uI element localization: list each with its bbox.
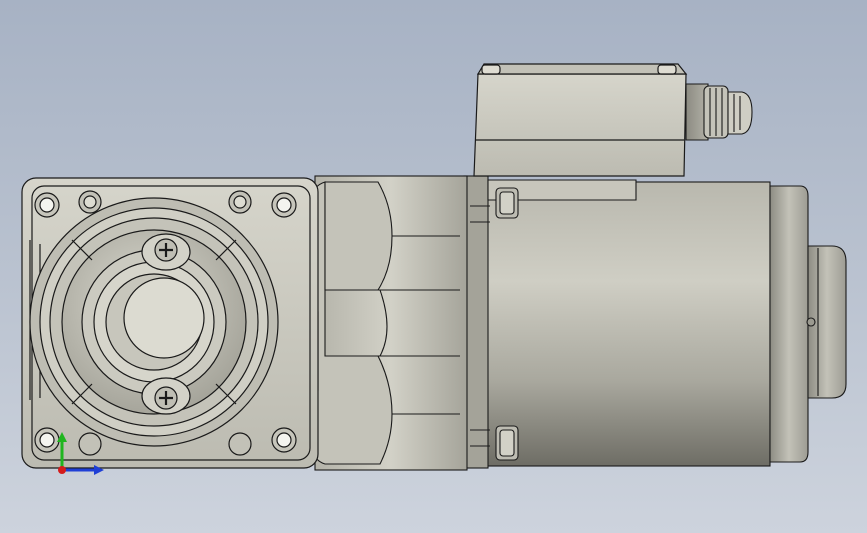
screw-top-icon (141, 233, 191, 271)
screw-bottom-icon (141, 377, 191, 415)
output-flange[interactable] (29, 197, 279, 447)
motor-bolt-icon (495, 425, 519, 461)
mount-hole-icon (271, 192, 297, 218)
motor-body[interactable] (463, 175, 771, 469)
motor-bolt-icon (495, 187, 519, 219)
terminal-box[interactable] (473, 63, 688, 177)
graphics-viewport[interactable] (0, 0, 867, 533)
cad-model-view[interactable] (0, 0, 867, 533)
triad-z-axis (58, 466, 66, 474)
mount-hole-icon (34, 192, 60, 218)
cable-gland[interactable] (685, 83, 753, 141)
mount-hole-icon (34, 427, 60, 453)
mount-hole-icon (271, 427, 297, 453)
rear-end-cap[interactable] (769, 185, 847, 463)
